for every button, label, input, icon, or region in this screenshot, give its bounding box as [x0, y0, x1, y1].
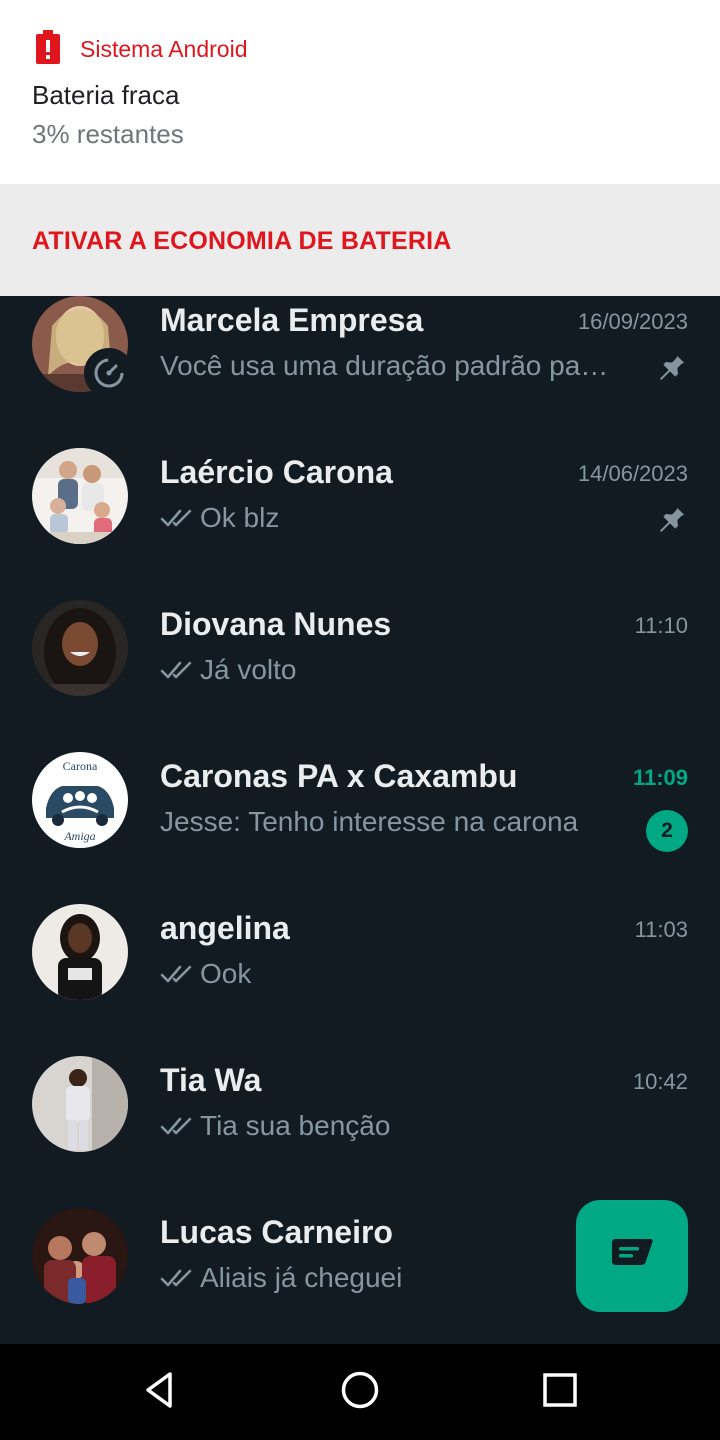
notification-header: Sistema Android — [34, 30, 247, 69]
chat-time: 11:03 — [634, 917, 688, 942]
chat-preview: Aliais já cheguei — [160, 1262, 402, 1294]
chat-name: angelina — [160, 910, 290, 946]
chat-time: 11:09 — [632, 765, 688, 790]
recents-icon — [540, 1370, 580, 1415]
chat-preview: Ook — [160, 958, 251, 990]
home-icon — [340, 1370, 380, 1415]
avatar — [32, 1208, 128, 1304]
chat-preview: Ok blz — [160, 502, 279, 534]
logo-text-bottom: Amiga — [63, 829, 95, 843]
chat-time: 14/06/2023 — [577, 461, 688, 486]
notification-action-bar: ATIVAR A ECONOMIA DE BATERIA — [0, 184, 720, 296]
double-check-icon — [160, 506, 196, 530]
chat-preview-text: Ok blz — [200, 502, 280, 533]
chat-name: Caronas PA x Caxambu — [160, 758, 518, 794]
chat-preview-text: Ook — [200, 958, 252, 989]
chat-name: Diovana Nunes — [160, 606, 392, 642]
new-chat-icon — [610, 1238, 654, 1274]
notification-title: Bateria fraca — [32, 80, 180, 110]
chat-preview: Tia sua benção — [160, 1110, 390, 1142]
chat-name: Lucas Carneiro — [160, 1214, 393, 1250]
chat-preview-text: Você usa uma duração padrão pa… — [160, 350, 609, 381]
chat-list[interactable]: Marcela Empresa 16/09/2023 Você usa uma … — [0, 296, 720, 1344]
unread-count-badge: 2 — [646, 810, 688, 852]
chat-name: Marcela Empresa — [160, 302, 424, 338]
notification-body: 3% restantes — [32, 119, 184, 149]
chat-row-caronas-pa-x-caxambu[interactable]: Carona Amiga Caronas PA x Caxambu 11:09 … — [0, 752, 720, 904]
pin-icon — [656, 504, 688, 541]
back-button[interactable] — [136, 1368, 184, 1416]
chat-row-laercio-carona[interactable]: Laércio Carona 14/06/2023 Ok blz — [0, 448, 720, 600]
avatar — [32, 1056, 128, 1152]
avatar: Carona Amiga — [32, 752, 128, 848]
chat-preview-text: Jesse: Tenho interesse na carona — [160, 806, 579, 837]
disappearing-timer-icon — [84, 348, 134, 398]
battery-notification[interactable]: Sistema Android Bateria fraca 3% restant… — [0, 0, 720, 296]
chat-time: 16/09/2023 — [577, 309, 688, 334]
chat-name: Tia Wa — [160, 1062, 262, 1098]
chat-preview-text: Já volto — [200, 654, 297, 685]
chat-preview-text: Aliais já cheguei — [200, 1262, 403, 1293]
chat-preview-text: Tia sua benção — [200, 1110, 391, 1141]
recents-button[interactable] — [536, 1368, 584, 1416]
double-check-icon — [160, 1114, 196, 1138]
notification-app-name: Sistema Android — [80, 36, 248, 62]
chat-name: Laércio Carona — [160, 454, 393, 490]
double-check-icon — [160, 658, 196, 682]
double-check-icon — [160, 962, 196, 986]
avatar — [32, 904, 128, 1000]
avatar — [32, 600, 128, 696]
chat-row-tia-wa[interactable]: Tia Wa 10:42 Tia sua benção — [0, 1056, 720, 1208]
chat-row-angelina[interactable]: angelina 11:03 Ook — [0, 904, 720, 1056]
back-icon — [140, 1370, 180, 1415]
system-navigation-bar — [0, 1344, 720, 1440]
chat-preview: Já volto — [160, 654, 297, 686]
battery-alert-icon — [34, 30, 62, 69]
battery-saver-button[interactable]: ATIVAR A ECONOMIA DE BATERIA — [32, 227, 451, 256]
avatar — [32, 448, 128, 544]
chat-row-diovana-nunes[interactable]: Diovana Nunes 11:10 Já volto — [0, 600, 720, 752]
chat-time: 11:10 — [634, 613, 688, 638]
home-button[interactable] — [336, 1368, 384, 1416]
double-check-icon — [160, 1266, 196, 1290]
chat-row-marcela-empresa[interactable]: Marcela Empresa 16/09/2023 Você usa uma … — [0, 296, 720, 448]
logo-text-top: Carona — [63, 759, 98, 773]
new-chat-button[interactable] — [576, 1200, 688, 1312]
chat-preview: Você usa uma duração padrão pa… — [160, 350, 608, 382]
pin-icon — [656, 352, 688, 389]
chat-time: 10:42 — [632, 1069, 688, 1094]
chat-preview: Jesse: Tenho interesse na carona — [160, 806, 578, 838]
